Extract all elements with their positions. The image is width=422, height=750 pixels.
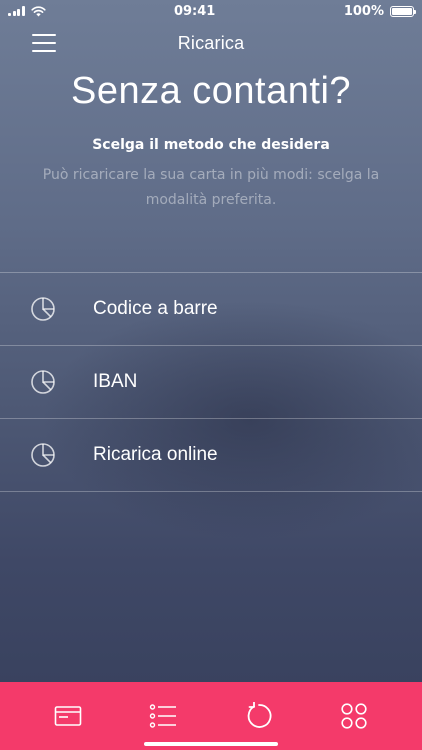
tab-grid[interactable] xyxy=(330,692,378,740)
method-item-iban[interactable]: IBAN xyxy=(0,346,422,419)
method-list: Codice a barre IBAN Ricarica online xyxy=(0,272,422,492)
tab-list[interactable] xyxy=(139,692,187,740)
pie-chart-icon xyxy=(30,369,56,395)
page-subtitle: Scelga il metodo che desidera xyxy=(92,137,330,153)
list-icon xyxy=(150,704,177,728)
signal-icon xyxy=(8,6,25,16)
nav-bar: Ricarica xyxy=(0,22,422,64)
status-right: 100% xyxy=(343,3,416,19)
nav-title: Ricarica xyxy=(177,32,245,53)
home-indicator xyxy=(144,742,278,746)
tab-bar xyxy=(0,682,422,750)
method-label: IBAN xyxy=(93,371,138,392)
method-item-barcode[interactable]: Codice a barre xyxy=(0,273,422,346)
status-bar: 09:41 100% xyxy=(0,0,422,22)
method-label: Codice a barre xyxy=(93,298,218,319)
page-title: Senza contanti? xyxy=(70,70,352,112)
pie-chart-icon xyxy=(30,296,56,322)
tab-card[interactable] xyxy=(44,692,92,740)
method-item-online[interactable]: Ricarica online xyxy=(0,419,422,492)
hamburger-menu-icon[interactable] xyxy=(32,32,56,54)
page-description: Può ricaricare la sua carta in più modi:… xyxy=(42,167,380,208)
battery-percentage: 100% xyxy=(343,3,384,19)
status-time: 09:41 xyxy=(173,3,216,19)
screen: 09:41 100% Ricarica Senza contanti? Scel… xyxy=(0,0,422,750)
battery-icon xyxy=(390,5,416,17)
wifi-icon xyxy=(30,5,46,16)
refresh-icon xyxy=(247,702,272,728)
card-icon xyxy=(54,706,82,726)
pie-chart-icon xyxy=(30,442,56,468)
tab-refresh[interactable] xyxy=(235,692,283,740)
grid-icon xyxy=(341,703,367,729)
battery-fill xyxy=(392,7,412,15)
status-left xyxy=(8,5,46,17)
method-label: Ricarica online xyxy=(93,444,218,465)
